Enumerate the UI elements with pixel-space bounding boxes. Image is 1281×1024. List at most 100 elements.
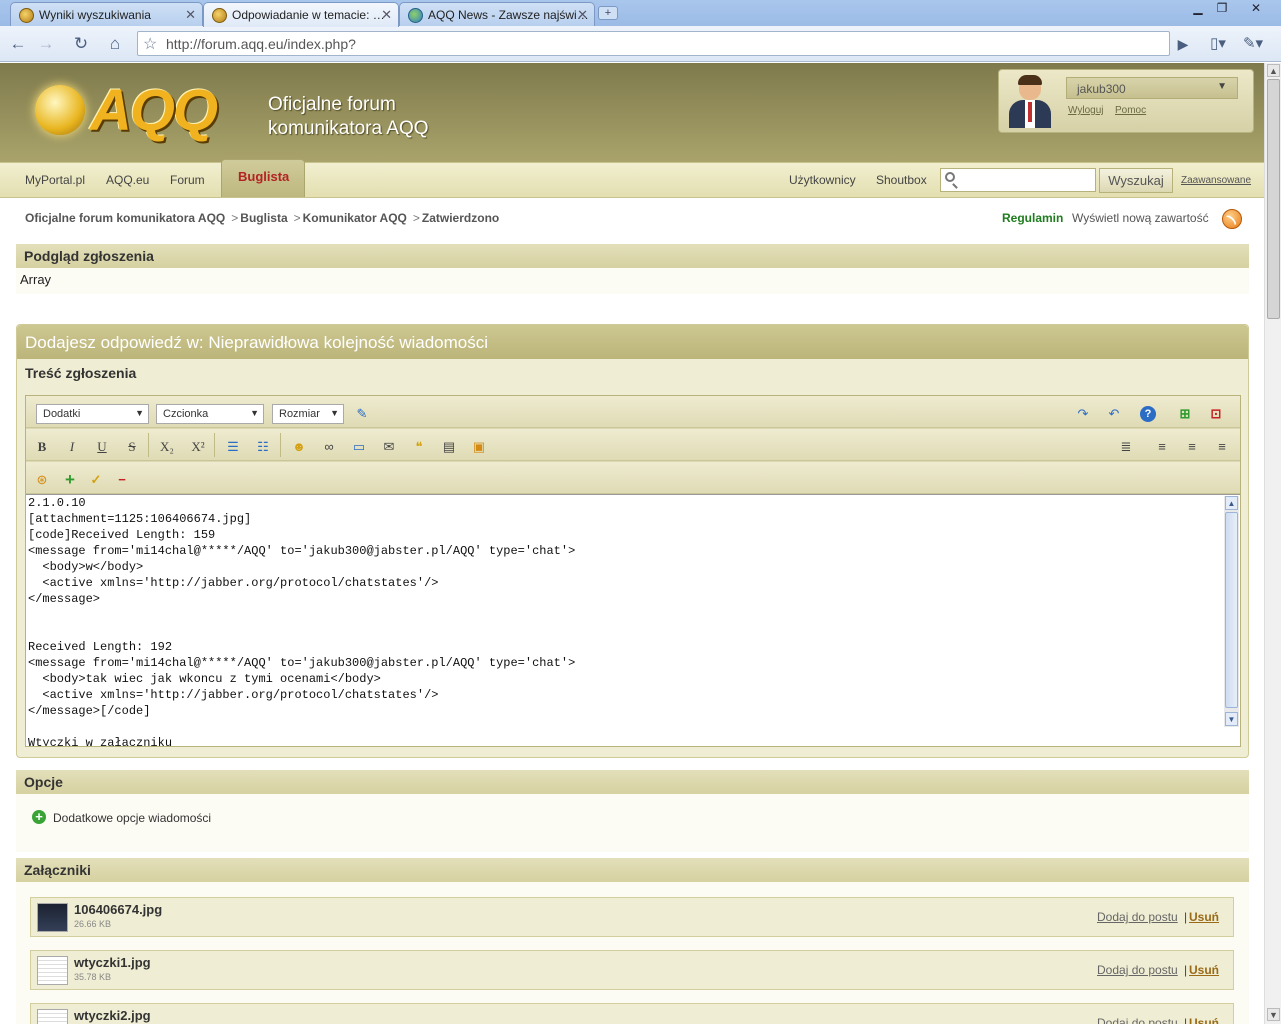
email-icon[interactable]: ✉	[379, 437, 399, 457]
breadcrumb-item[interactable]: Zatwierdzono	[422, 211, 499, 225]
font-dropdown[interactable]: Czcionka ▼	[156, 404, 264, 424]
media-icon[interactable]: ▣	[469, 437, 489, 457]
align-center-icon[interactable]: ≡	[1182, 437, 1202, 457]
bookmark-star-icon[interactable]: ☆	[143, 34, 157, 54]
add-icon[interactable]: +	[60, 470, 80, 490]
dropdown-label: Rozmiar	[279, 408, 320, 420]
tab-close-icon[interactable]: ✕	[185, 7, 196, 23]
wrench-menu-icon[interactable]: ✎▾	[1242, 33, 1264, 55]
extras-dropdown[interactable]: Dodatki ▼	[36, 404, 149, 424]
more-options-link[interactable]: Dodatkowe opcje wiadomości	[53, 811, 211, 825]
nav-myportal[interactable]: MyPortal.pl	[25, 173, 85, 187]
scroll-thumb[interactable]	[1267, 79, 1280, 319]
image-icon[interactable]: ▭	[349, 437, 369, 457]
scroll-up-icon[interactable]: ▲	[1225, 496, 1238, 510]
size-dropdown[interactable]: Rozmiar ▼	[272, 404, 344, 424]
address-bar[interactable]: ☆	[137, 31, 1170, 56]
help-icon[interactable]: ?	[1140, 406, 1156, 422]
breadcrumb-item[interactable]: Buglista	[240, 211, 287, 225]
breadcrumb-item[interactable]: Oficjalne forum komunikatora AQQ	[25, 211, 225, 225]
emoticon-icon[interactable]: ☻	[289, 437, 309, 457]
logo-text: AQQ	[90, 78, 218, 143]
spellcheck-icon[interactable]: ⊛	[32, 470, 52, 490]
align-left-icon[interactable]: ≡	[1152, 437, 1172, 457]
breadcrumb-item[interactable]: Komunikator AQQ	[303, 211, 407, 225]
attachment-thumbnail[interactable]	[37, 956, 68, 985]
reload-icon[interactable]: ↻	[70, 33, 92, 55]
remove-icon[interactable]: −	[112, 470, 132, 490]
strikethrough-icon[interactable]: S	[122, 437, 142, 457]
search-icon	[945, 172, 955, 182]
search-input[interactable]	[940, 168, 1096, 192]
logout-link[interactable]: Wyloguj	[1068, 105, 1103, 116]
tab-reply[interactable]: Odpowiadanie w temacie: … ✕	[203, 2, 399, 27]
go-arrow-icon[interactable]: ▶	[1172, 33, 1194, 55]
superscript-icon[interactable]: X²	[188, 437, 208, 457]
check-icon[interactable]: ✓	[86, 470, 106, 490]
globe-favicon-icon	[408, 8, 423, 23]
url-input[interactable]	[166, 35, 1156, 53]
help-link[interactable]: Pomoc	[1115, 105, 1146, 116]
bullet-list-icon[interactable]: ☰	[223, 437, 243, 457]
scroll-thumb[interactable]	[1225, 512, 1238, 708]
scroll-down-icon[interactable]: ▼	[1225, 712, 1238, 726]
link-icon[interactable]: ∞	[319, 437, 339, 457]
advanced-search-link[interactable]: Zaawansowane	[1181, 175, 1251, 186]
align-right-icon[interactable]: ≡	[1212, 437, 1232, 457]
textarea-scrollbar[interactable]: ▲ ▼	[1224, 496, 1239, 727]
post-body-textarea[interactable]: 2.1.0.10 [attachment=1125:106406674.jpg]…	[26, 494, 1240, 746]
nav-forum[interactable]: Forum	[170, 173, 205, 187]
undo-icon[interactable]: ↶	[1104, 404, 1124, 424]
insert-page-icon[interactable]: ⊞	[1175, 404, 1195, 424]
upload-page-icon[interactable]: ⊡	[1206, 404, 1226, 424]
home-icon[interactable]: ⌂	[104, 33, 126, 55]
breadcrumb-separator: >	[231, 211, 239, 225]
close-window-button[interactable]: ✕	[1244, 2, 1268, 17]
search-button[interactable]: Wyszukaj	[1099, 168, 1173, 193]
subscript-icon[interactable]: X₂	[157, 437, 177, 457]
redo-icon[interactable]: ↷	[1073, 404, 1093, 424]
format-brush-icon[interactable]: ✎	[352, 404, 372, 424]
new-tab-button[interactable]: +	[598, 6, 618, 20]
add-to-post-link[interactable]: Dodaj do postu	[1097, 1016, 1178, 1024]
underline-icon[interactable]: U	[92, 437, 112, 457]
delete-attachment-link[interactable]: Usuń	[1189, 1016, 1219, 1024]
numbered-list-icon[interactable]: ☷	[253, 437, 273, 457]
minimize-button[interactable]: ▁	[1186, 2, 1210, 17]
forward-arrow-icon[interactable]: →	[35, 33, 57, 55]
quote-icon[interactable]: ❝	[409, 437, 429, 457]
attachment-thumbnail[interactable]	[37, 1009, 68, 1024]
nav-shoutbox[interactable]: Shoutbox	[876, 173, 927, 187]
bold-icon[interactable]: B	[32, 437, 52, 457]
web-page: AQQ Oficjalne forum komunikatora AQQ jak…	[0, 63, 1264, 1024]
aqq-logo[interactable]: AQQ	[30, 77, 250, 147]
aqq-favicon-icon	[212, 8, 227, 23]
new-content-link[interactable]: Wyświetl nową zawartość	[1072, 211, 1209, 225]
user-menu[interactable]: jakub300 ▼	[1066, 77, 1238, 99]
italic-icon[interactable]: I	[62, 437, 82, 457]
plus-circle-icon[interactable]: +	[32, 810, 46, 824]
rss-icon[interactable]	[1222, 209, 1242, 229]
maximize-button[interactable]: ❐	[1210, 2, 1234, 17]
page-menu-icon[interactable]: ▯▾	[1207, 33, 1229, 55]
tab-aqq-news[interactable]: AQQ News - Zawsze najświ… ✕	[399, 2, 595, 26]
code-icon[interactable]: ▤	[439, 437, 459, 457]
tab-search-results[interactable]: Wyniki wyszukiwania ✕	[10, 2, 203, 26]
tab-close-icon[interactable]: ✕	[577, 7, 588, 23]
delete-attachment-link[interactable]: Usuń	[1189, 910, 1219, 924]
rules-link[interactable]: Regulamin	[1002, 211, 1063, 225]
add-to-post-link[interactable]: Dodaj do postu	[1097, 910, 1178, 924]
page-scrollbar[interactable]: ▲ ▼	[1264, 63, 1281, 1024]
scroll-up-icon[interactable]: ▲	[1267, 64, 1280, 77]
scroll-down-icon[interactable]: ▼	[1267, 1008, 1280, 1021]
nav-buglista[interactable]: Buglista	[221, 159, 305, 197]
content-heading: Treść zgłoszenia	[17, 361, 1248, 385]
indent-icon[interactable]: ≣	[1116, 437, 1136, 457]
add-to-post-link[interactable]: Dodaj do postu	[1097, 963, 1178, 977]
attachment-thumbnail[interactable]	[37, 903, 68, 932]
nav-aqq-eu[interactable]: AQQ.eu	[106, 173, 149, 187]
delete-attachment-link[interactable]: Usuń	[1189, 963, 1219, 977]
tab-close-icon[interactable]: ✕	[381, 7, 392, 23]
nav-users[interactable]: Użytkownicy	[789, 173, 856, 187]
back-arrow-icon[interactable]: ←	[7, 33, 29, 55]
